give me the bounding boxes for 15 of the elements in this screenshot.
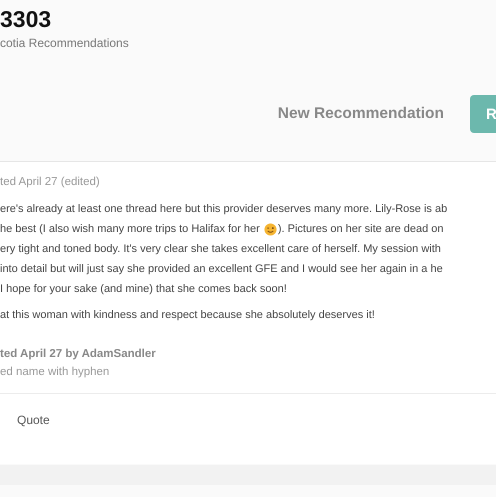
new-recommendation-link[interactable]: New Recommendation: [278, 105, 444, 123]
post-text: ery tight and toned body. It's very clear she takes excellent care of herself. My session with: [0, 242, 441, 257]
post-text: ). Pictures on her site are dead on: [278, 222, 444, 237]
edit-note: ted April 27 by AdamSandler: [0, 347, 157, 362]
quote-link[interactable]: Quote: [17, 413, 50, 427]
post-text: I hope for your sake (and mine) that she comes back soon!: [0, 282, 287, 297]
post-date: ted April 27 (edited): [0, 175, 101, 188]
edit-reason: ed name with hyphen: [0, 365, 110, 380]
forum-name: cotia Recommendations: [0, 36, 130, 50]
post-text: ere's already at least one thread here but this provider deserves many more. Lily-Rose is ab: [0, 202, 448, 217]
post-text: he best (I also wish many more trips to Halifax for her: [0, 222, 260, 237]
post-text: at this woman with kindness and respect because she absolutely deserves it!: [0, 308, 376, 323]
post-text: into detail but will just say she provided an excellent GFE and I would see her again in a he: [0, 262, 443, 277]
page-title: 3303: [0, 5, 52, 34]
winking-face-icon: [264, 222, 277, 236]
